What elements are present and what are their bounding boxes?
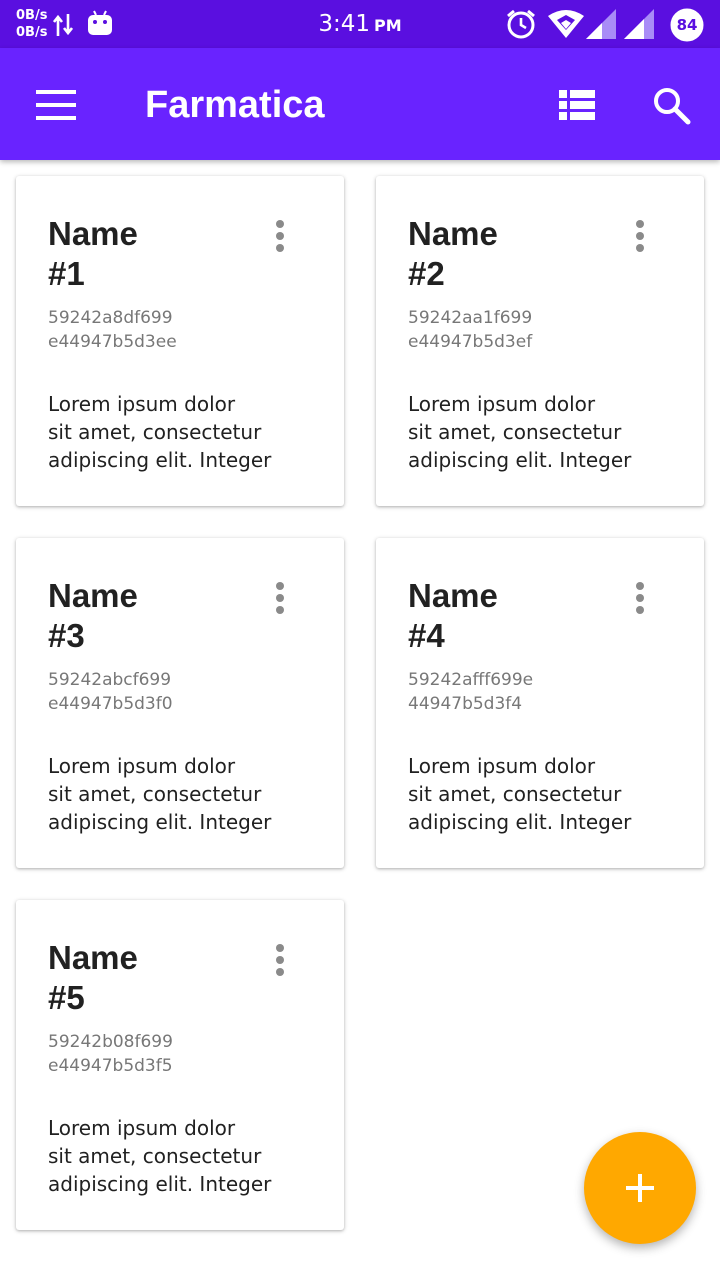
- add-fab-button[interactable]: [584, 1132, 696, 1244]
- card-description: Lorem ipsum dolor sit amet, consectetur …: [408, 392, 632, 472]
- wifi-icon: [548, 10, 584, 38]
- card-title: Name #5: [48, 939, 138, 1016]
- card-id: 59242afff699e 44947b5d3f4: [408, 670, 534, 714]
- signal-icon: [624, 9, 654, 39]
- card-title: Name #2: [408, 215, 498, 292]
- clock-time: 3:41: [318, 11, 370, 37]
- card-description: Lorem ipsum dolor sit amet, consectetur …: [408, 754, 632, 834]
- card-4[interactable]: Name #4 59242afff699e 44947b5d3f4 Lorem …: [376, 538, 704, 868]
- view-list-icon[interactable]: [559, 90, 595, 120]
- card-id: 59242a8df699 e44947b5d3ee: [48, 308, 177, 352]
- card-id: 59242b08f699 e44947b5d3f5: [48, 1032, 173, 1076]
- battery-level: 84: [676, 16, 698, 34]
- card-description: Lorem ipsum dolor sit amet, consectetur …: [48, 1116, 272, 1196]
- card-id: 59242abcf699 e44947b5d3f0: [48, 670, 173, 714]
- clock-ampm: PM: [374, 16, 402, 35]
- alarm-icon: [507, 9, 535, 39]
- status-bar: 0B/s 0B/s 3:41 PM 84: [0, 0, 720, 48]
- card-title: Name #3: [48, 577, 138, 654]
- signal-icon: [586, 9, 616, 39]
- more-vert-icon[interactable]: [630, 220, 650, 256]
- card-description: Lorem ipsum dolor sit amet, consectetur …: [48, 754, 272, 834]
- more-vert-icon[interactable]: [270, 220, 290, 256]
- card-description: Lorem ipsum dolor sit amet, consectetur …: [48, 392, 272, 472]
- app-title: Farmatica: [145, 84, 325, 126]
- add-icon: [626, 1174, 654, 1202]
- card-id: 59242aa1f699 e44947b5d3ef: [408, 308, 533, 352]
- card-3[interactable]: Name #3 59242abcf699 e44947b5d3f0 Lorem …: [16, 538, 344, 868]
- more-vert-icon[interactable]: [630, 582, 650, 618]
- menu-icon[interactable]: [36, 90, 76, 120]
- card-5[interactable]: Name #5 59242b08f699 e44947b5d3f5 Lorem …: [16, 900, 344, 1230]
- more-vert-icon[interactable]: [270, 582, 290, 618]
- card-title: Name #4: [408, 577, 498, 654]
- card-1[interactable]: Name #1 59242a8df699 e44947b5d3ee Lorem …: [16, 176, 344, 506]
- app-bar: Farmatica: [0, 48, 720, 160]
- card-2[interactable]: Name #2 59242aa1f699 e44947b5d3ef Lorem …: [376, 176, 704, 506]
- search-icon[interactable]: [653, 87, 691, 125]
- card-title: Name #1: [48, 215, 138, 292]
- more-vert-icon[interactable]: [270, 944, 290, 980]
